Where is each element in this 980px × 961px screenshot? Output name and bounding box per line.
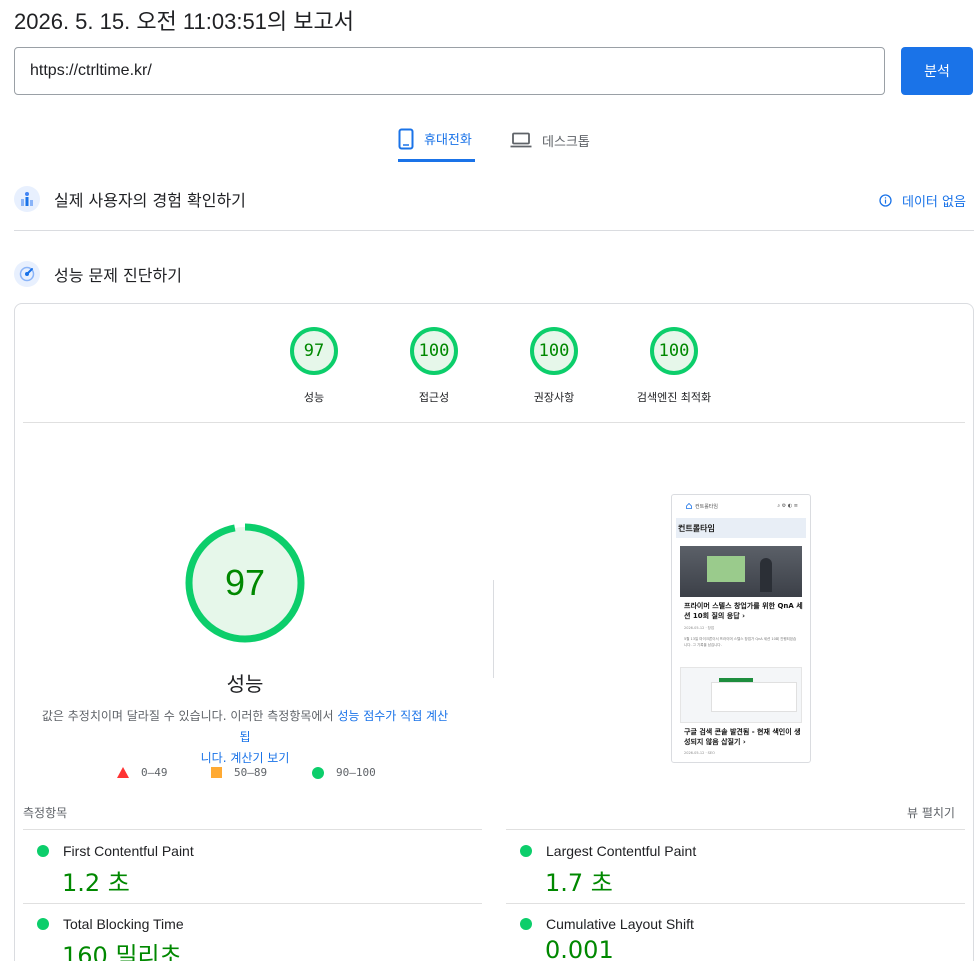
users-chart-icon [14,186,40,212]
crux-title: 실제 사용자의 경험 확인하기 [54,191,246,210]
category-score: 100 [650,327,698,375]
category-label: 검색엔진 최적화 [636,391,712,404]
no-data-label: 데이터 없음 [902,195,966,210]
metric-name: First Contentful Paint [63,843,194,859]
analyze-button[interactable]: 분석 [901,47,973,95]
screenshot-heading: 컨트롤타임 [676,518,806,538]
report-card [14,303,974,961]
category-score: 100 [530,327,578,375]
category-gauge-best-practices[interactable]: 100 권장사항 [499,327,609,405]
metric-divider [506,903,965,904]
device-tabs: 휴대전화 데스크톱 [0,118,980,162]
metric-name: Largest Contentful Paint [546,843,697,859]
post-title: 구글 검색 콘솔 발견됨 - 현재 색인이 생성되지 않음 삽질기 › [684,728,801,746]
no-data-link[interactable]: 데이터 없음 [879,191,966,210]
legend-pass-label: 90–100 [336,766,376,779]
category-label: 접근성 [418,391,450,404]
diagnose-title: 성능 문제 진단하기 [54,266,182,285]
section-divider [14,230,974,231]
screenshot-brand-text: 컨트롤타임 [695,503,719,510]
legend-average: 50–89 [211,766,267,779]
legend-pass: 90–100 [312,766,376,779]
screenshot-topbar: 컨트롤타임 ⌕ ⚙ ◐ ≡ [672,495,810,517]
metric-value: 0.001 [545,936,614,961]
post-thumbnail-photo [680,546,802,597]
calculator-link[interactable]: 계산기 보기 [230,751,289,765]
category-label: 권장사항 [533,391,575,404]
pass-dot-icon [37,918,49,930]
report-title: 2026. 5. 15. 오전 11:03:51의 보고서 [14,9,354,34]
pass-dot-icon [520,845,532,857]
expand-view-toggle[interactable]: 뷰 펼치기 [907,804,955,821]
score-link-text-end: 니다. [200,751,227,765]
crux-section-header: 실제 사용자의 경험 확인하기 [14,186,246,212]
metric-value: 1.7 초 [545,869,613,897]
post-thumbnail-chart [680,667,802,723]
tab-mobile-label: 휴대전화 [424,133,472,148]
screenshot-toolbar-icons: ⌕ ⚙ ◐ ≡ [777,503,798,509]
tab-mobile[interactable]: 휴대전화 [398,118,475,162]
post-meta: 2026-05-12 · SEO [684,751,715,755]
legend-average-label: 50–89 [234,766,268,779]
metric-name: Cumulative Layout Shift [546,916,694,932]
category-gauge-accessibility[interactable]: 100 접근성 [379,327,489,405]
category-label: 성능 [303,391,325,404]
legend-fail: 0–49 [117,766,168,779]
metric-divider [23,903,482,904]
vertical-divider [493,580,494,678]
laptop-icon [510,132,532,148]
performance-score: 97 [224,562,266,603]
url-input[interactable] [14,47,885,95]
diagnose-section-header: 성능 문제 진단하기 [14,261,182,287]
metric-divider [23,829,482,830]
legend-fail-label: 0–49 [141,766,168,779]
pass-dot-icon [37,845,49,857]
post-excerpt: 5월 13일 마이크론이서 프라이머 스텔스 창업가 QnA 세션 10회 진행… [684,637,797,647]
category-gauge-performance[interactable]: 97 성능 [259,327,369,405]
square-icon [211,767,222,778]
description-text: 값은 추정치이며 달라질 수 있습니다. 이러한 측정항목에서 [41,709,338,723]
tab-desktop[interactable]: 데스크톱 [510,118,600,162]
metric-name: Total Blocking Time [63,916,184,932]
metric-value: 160 밀리초 [62,942,182,961]
speed-gauge-icon [14,261,40,287]
triangle-icon [117,767,129,778]
smartphone-icon [398,128,414,149]
circle-icon [312,766,324,779]
category-gauge-seo[interactable]: 100 검색엔진 최적화 [619,327,729,405]
gauges-divider [23,422,965,423]
post-meta: 2026-05-12 · 창업 [684,626,715,630]
metric-divider [506,829,965,830]
metric-value: 1.2 초 [62,869,130,897]
metrics-heading: 측정항목 [23,806,68,820]
category-score: 100 [410,327,458,375]
tab-desktop-label: 데스크톱 [542,134,590,150]
screenshot-brand: 컨트롤타임 [686,503,718,510]
page-screenshot[interactable]: 컨트롤타임 ⌕ ⚙ ◐ ≡ 컨트롤타임 프라이머 스텔스 창업가를 위한 QnA… [671,494,811,763]
info-icon [879,194,892,207]
post-title: 프라이머 스텔스 창업가를 위한 QnA 세션 10회 질의 응답 › [684,602,803,620]
pass-dot-icon [520,918,532,930]
home-icon [686,503,692,509]
category-score: 97 [290,327,338,375]
performance-title: 성능 [226,672,264,696]
performance-description: 값은 추정치이며 달라질 수 있습니다. 이러한 측정항목에서 성능 점수가 직… [40,706,450,769]
